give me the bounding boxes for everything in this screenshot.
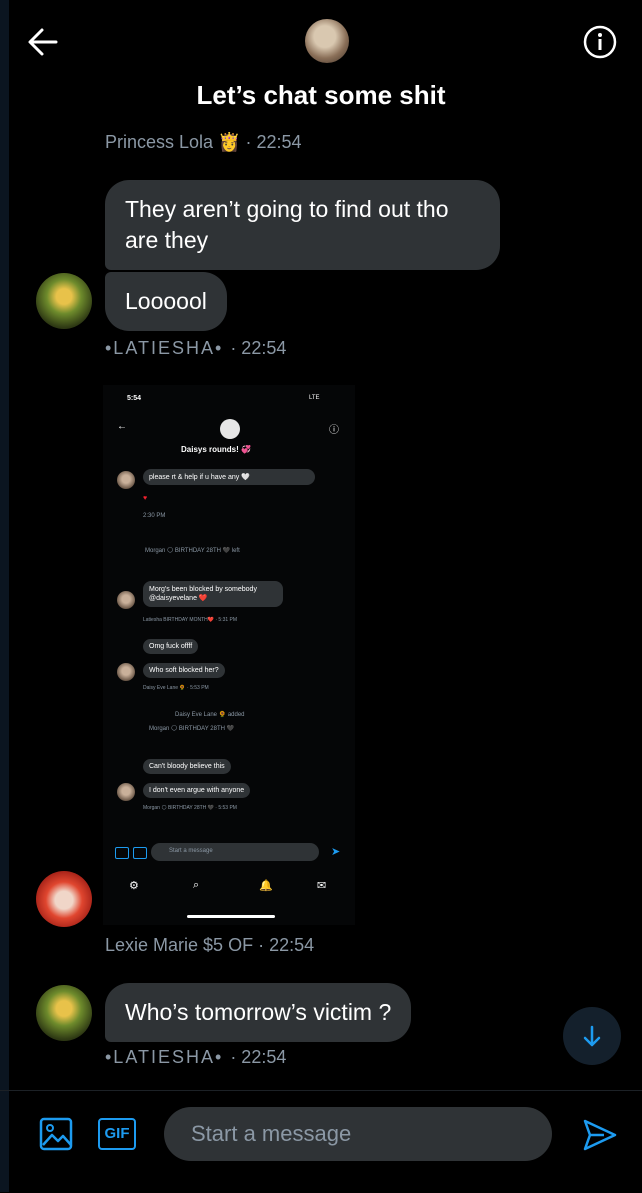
- sender-avatar[interactable]: [36, 985, 92, 1041]
- screenshot-title: Daisys rounds! 💞: [181, 445, 251, 454]
- avatar: [117, 663, 135, 681]
- message-meta: Princess Lola 👸 · 22:54: [105, 132, 302, 153]
- back-arrow-icon: ←: [117, 421, 127, 432]
- conversation-title: Let’s chat some shit: [196, 80, 446, 110]
- message-meta: •LATIESHA• · 22:54: [105, 338, 286, 359]
- message-meta: Daisy Eve Lane 🌻 · 5:53 PM: [143, 685, 209, 691]
- message-bubble: Who soft blocked her?: [143, 663, 225, 678]
- message-meta: Latiesha BIRTHDAY MONTH❤️ · 5:31 PM: [143, 617, 238, 623]
- status-time: 5:54: [127, 395, 142, 402]
- message-bubble: Can't bloody believe this: [143, 759, 231, 774]
- message-time: · 22:54: [230, 1047, 287, 1067]
- info-icon[interactable]: [583, 25, 617, 59]
- sender-avatar[interactable]: [36, 871, 92, 927]
- back-arrow-icon[interactable]: [26, 25, 60, 59]
- avatar: [117, 471, 135, 489]
- gif-icon: [133, 847, 147, 859]
- messages-icon: ✉: [317, 880, 327, 892]
- status-network: LTE: [309, 395, 320, 401]
- message-bubble: I don't even argue with anyone: [143, 783, 251, 798]
- group-avatar: [220, 419, 240, 439]
- heart-reaction-icon: ♥: [143, 495, 148, 502]
- group-avatar[interactable]: [305, 19, 349, 63]
- conversation-header: Let’s chat some shit: [0, 0, 642, 130]
- settings-icon: ⚙: [129, 880, 139, 892]
- gif-button[interactable]: GIF: [98, 1118, 136, 1150]
- message-bubble[interactable]: Who’s tomorrow’s victim ?: [105, 983, 412, 1042]
- avatar: [117, 783, 135, 801]
- system-message: Morgan 🌕 BIRTHDAY 28TH 🖤 left: [145, 548, 240, 554]
- left-edge-strip: [0, 0, 9, 1192]
- send-icon[interactable]: [581, 1116, 619, 1154]
- avatar: [117, 591, 135, 609]
- message-bubble[interactable]: They aren’t going to find out tho are th…: [105, 180, 500, 270]
- notifications-icon: 🔔: [259, 880, 273, 892]
- message-time: · 22:54: [230, 338, 287, 358]
- info-icon: ⓘ: [329, 425, 339, 436]
- message-bubble: Omg fuck offff: [143, 639, 199, 654]
- message-bubble: please rt & help if u have any 🤍: [143, 469, 315, 485]
- message-time: · 22:54: [258, 935, 315, 955]
- image-icon[interactable]: [38, 1116, 74, 1152]
- search-icon: ⌕: [193, 879, 200, 891]
- system-message: Morgan 🌕 BIRTHDAY 28TH 🖤: [149, 726, 235, 732]
- image-icon: [115, 847, 129, 859]
- scroll-to-bottom-button[interactable]: [563, 1007, 621, 1065]
- shared-screenshot-image[interactable]: 5:54 LTE ← ⓘ Daisys rounds! 💞 please rt …: [103, 385, 355, 925]
- message-input[interactable]: [164, 1107, 552, 1161]
- message-bubble[interactable]: Loooool: [105, 272, 227, 331]
- sender-name: •LATIESHA•: [105, 338, 224, 358]
- message-time: 2:30 PM: [143, 513, 166, 519]
- sender-name: Princess Lola 👸: [105, 132, 241, 152]
- system-message: Daisy Eve Lane 🌻 added: [175, 712, 245, 718]
- message-time: · 22:54: [245, 132, 302, 152]
- arrow-down-icon: [583, 1025, 601, 1047]
- home-indicator: [187, 915, 275, 918]
- input-placeholder: Start a message: [169, 848, 213, 854]
- message-meta: Morgan 🌕 BIRTHDAY 28TH 🖤 · 5:53 PM: [143, 805, 237, 811]
- message-meta: •LATIESHA• · 22:54: [105, 1047, 286, 1068]
- message-bubble: Morg's been blocked by somebody @daisyev…: [143, 581, 283, 607]
- sender-name: •LATIESHA•: [105, 1047, 224, 1067]
- sender-name: Lexie Marie $5 OF: [105, 935, 254, 955]
- sender-avatar[interactable]: [36, 273, 92, 329]
- message-input: Start a message: [151, 843, 319, 861]
- send-icon: ➤: [331, 846, 341, 858]
- message-meta: Lexie Marie $5 OF · 22:54: [105, 935, 314, 956]
